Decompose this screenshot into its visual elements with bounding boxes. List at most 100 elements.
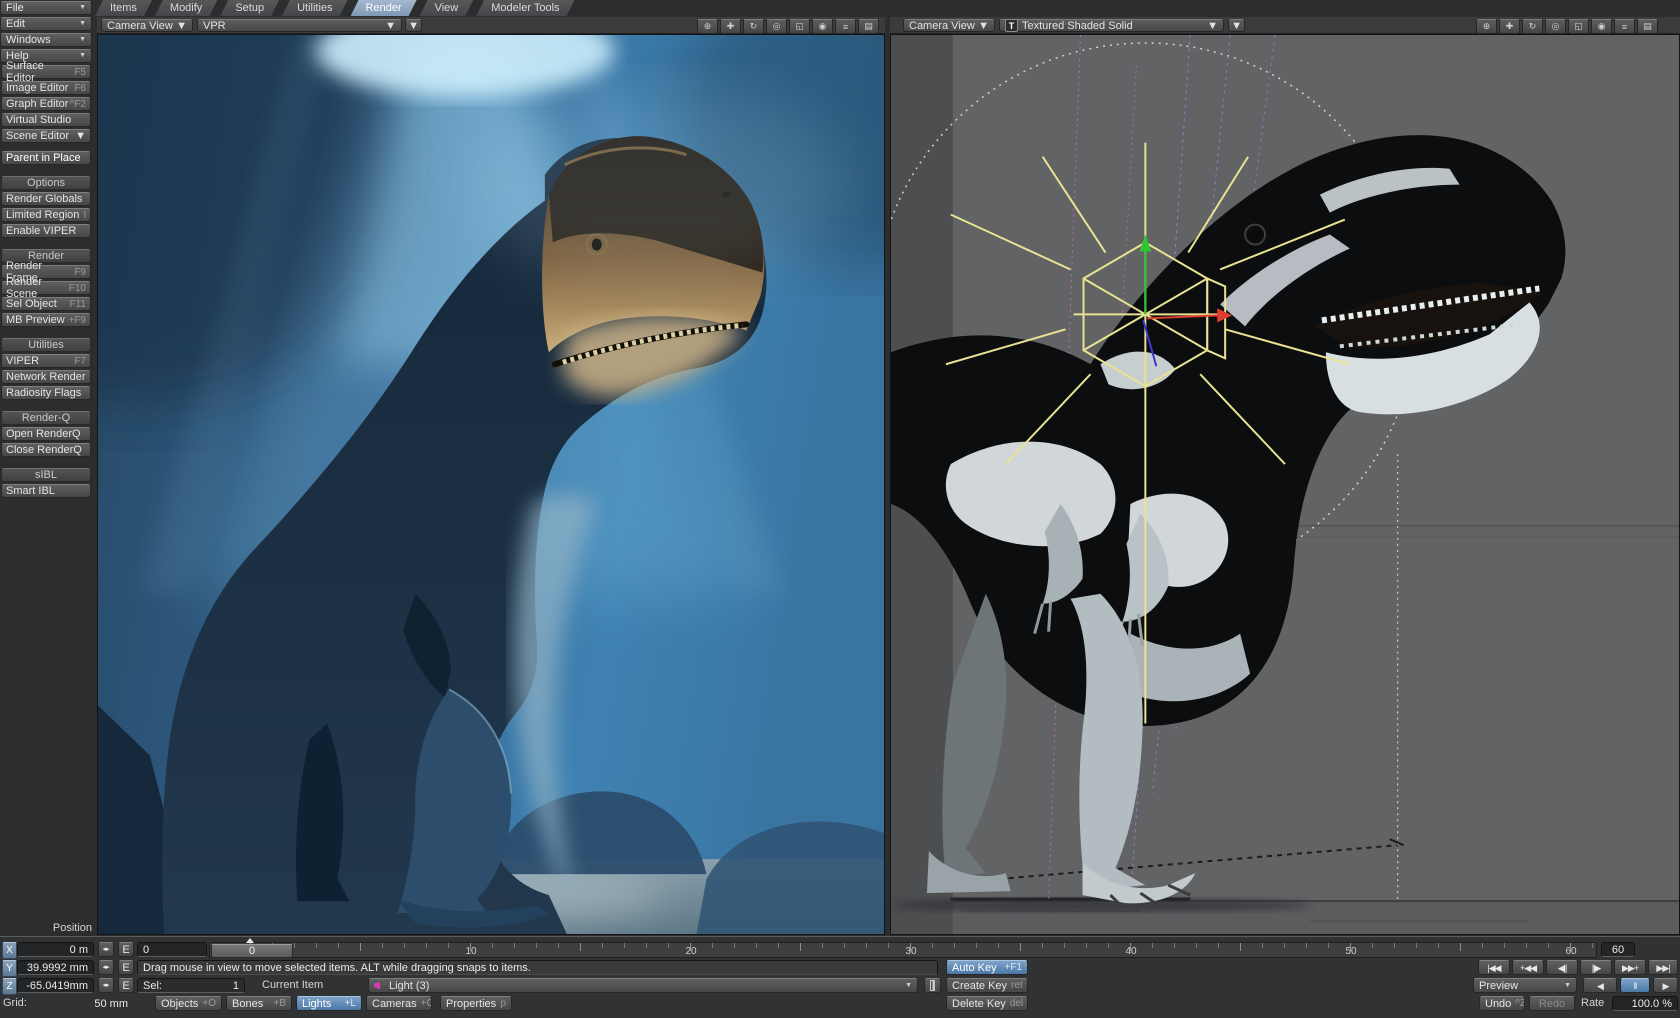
left-view-mode-select[interactable]: Camera View▼ <box>101 19 193 32</box>
next-keyframe-button[interactable]: ▶▶+ <box>1614 960 1646 975</box>
minmax-viewport-icon[interactable]: ◱ <box>1568 19 1589 34</box>
go-first-frame-button[interactable]: |◀◀ <box>1478 960 1510 975</box>
sidebar-item-mb-preview[interactable]: MB Preview+F9 <box>1 313 91 327</box>
go-last-frame-button[interactable]: ▶▶| <box>1648 960 1678 975</box>
position-y-field[interactable]: 39.9992 mm <box>17 960 94 975</box>
sidebar-item-radiosity-flags[interactable]: Radiosity Flags <box>1 386 91 400</box>
menu-file[interactable]: File▼ <box>0 1 92 15</box>
axis-x-button[interactable]: X <box>2 942 17 959</box>
sidebar-item-enable-viper[interactable]: Enable VIPER <box>1 224 91 238</box>
step-back-button[interactable]: ◀|| <box>1546 960 1578 975</box>
undo-button[interactable]: Undo^Z <box>1479 996 1525 1011</box>
properties-button[interactable]: Propertiesp <box>440 996 512 1011</box>
pan-view-icon[interactable]: ✚ <box>720 19 741 34</box>
left-viewport-options-button[interactable]: ▼ <box>405 19 422 32</box>
tab-utilities[interactable]: Utilities <box>282 0 347 16</box>
create-key-button[interactable]: Create Keyret <box>946 978 1028 993</box>
sidebar-item-open-renderq[interactable]: Open RenderQ <box>1 427 91 441</box>
nudge-z-button[interactable]: ◂▸ <box>98 978 114 993</box>
chevron-down-icon: ▼ <box>79 34 86 46</box>
envelope-x-button[interactable]: E <box>118 942 134 957</box>
item-type-cameras-button[interactable]: Cameras+C <box>366 996 432 1011</box>
label: Scene Editor <box>6 130 69 142</box>
rotate-view-icon[interactable]: ↻ <box>743 19 764 34</box>
left-viewport-canvas[interactable] <box>97 34 885 935</box>
item-list-window-button[interactable] <box>924 978 941 993</box>
item-type-lights-button[interactable]: Lights+L <box>296 996 362 1011</box>
save-view-icon[interactable]: ▤ <box>858 19 879 34</box>
axis-z-button[interactable]: Z <box>2 978 17 995</box>
zoom-view-icon[interactable]: ◎ <box>766 19 787 34</box>
position-x-field[interactable]: 0 m <box>17 942 94 957</box>
sidebar-item-viper[interactable]: VIPERF7 <box>1 354 91 368</box>
envelope-z-button[interactable]: E <box>118 978 134 993</box>
menu-edit[interactable]: Edit▼ <box>0 17 92 31</box>
sidebar-item-graph-editor[interactable]: Graph Editor^F2 <box>1 97 91 111</box>
envelope-y-button[interactable]: E <box>118 960 134 975</box>
tab-view[interactable]: View <box>420 0 474 16</box>
tab-setup[interactable]: Setup <box>220 0 279 16</box>
rotate-view-icon[interactable]: ↻ <box>1522 19 1543 34</box>
step-forward-button[interactable]: ||▶ <box>1580 960 1612 975</box>
timeline-slider-handle[interactable]: 0 <box>211 944 293 958</box>
render-snapshot-icon[interactable]: ◉ <box>1591 19 1612 34</box>
item-type-objects-button[interactable]: Objects+O <box>155 996 222 1011</box>
timeline-slider-track[interactable]: 0 10 20 30 40 50 60 <box>209 942 1597 958</box>
right-viewport-canvas[interactable] <box>890 34 1680 935</box>
sidebar-item-network-render[interactable]: Network Render <box>1 370 91 384</box>
tab-render[interactable]: Render <box>351 0 417 16</box>
sidebar-item-scene-editor[interactable]: Scene Editor ▼ <box>1 129 91 143</box>
shortcut: F10 <box>69 283 86 294</box>
tab-items[interactable]: Items <box>95 0 152 16</box>
axis-y-button[interactable]: Y <box>2 960 17 977</box>
sidebar-item-smart-ibl[interactable]: Smart IBL <box>1 484 91 498</box>
right-view-mode-select[interactable]: Camera View▼ <box>903 19 995 32</box>
sidebar-item-virtual-studio[interactable]: Virtual Studio <box>1 113 91 127</box>
sidebar-item-image-editor[interactable]: Image EditorF6 <box>1 81 91 95</box>
center-item-icon[interactable]: ⊕ <box>1476 19 1497 34</box>
left-render-mode-select[interactable]: VPR▼ <box>197 19 402 32</box>
tab-modeler-tools[interactable]: Modeler Tools <box>476 0 574 16</box>
right-viewport-options-button[interactable]: ▼ <box>1228 19 1245 32</box>
right-render-mode-select[interactable]: TTextured Shaded Solid▼ <box>999 19 1224 32</box>
sidebar-item-sel-object[interactable]: Sel ObjectF11 <box>1 297 91 311</box>
prev-keyframe-button[interactable]: +◀◀ <box>1512 960 1544 975</box>
tab-modify[interactable]: Modify <box>155 0 217 16</box>
redo-button[interactable]: Redo <box>1529 996 1575 1011</box>
minmax-viewport-icon[interactable]: ◱ <box>789 19 810 34</box>
sidebar-item-limited-region[interactable]: Limited Regionl <box>1 208 91 222</box>
pan-view-icon[interactable]: ✚ <box>1499 19 1520 34</box>
position-z-field[interactable]: -65.0419mm <box>17 978 94 993</box>
play-reverse-button[interactable]: ◀ <box>1583 978 1617 993</box>
sidebar-item-render-scene[interactable]: Render SceneF10 <box>1 281 91 295</box>
pause-button[interactable]: ‖ <box>1620 978 1650 993</box>
sidebar-item-render-globals[interactable]: Render Globals <box>1 192 91 206</box>
item-entry: Light (3) <box>374 980 429 992</box>
item-type-bones-button[interactable]: Bones+B <box>226 996 292 1011</box>
save-view-icon[interactable]: ▤ <box>1637 19 1658 34</box>
chevron-down-icon: ▼ <box>75 130 86 142</box>
center-item-icon[interactable]: ⊕ <box>697 19 718 34</box>
menu-windows[interactable]: Windows▼ <box>0 33 92 47</box>
preview-dropdown[interactable]: Preview▼ <box>1473 978 1577 993</box>
sidebar-item-close-renderq[interactable]: Close RenderQ <box>1 443 91 457</box>
play-forward-button[interactable]: ▶ <box>1653 978 1678 993</box>
auto-key-button[interactable]: Auto Key+F1 <box>946 960 1028 975</box>
nudge-y-button[interactable]: ◂▸ <box>98 960 114 975</box>
viewport-menu-icon[interactable]: ≡ <box>1614 19 1635 34</box>
sidebar-item-parent-in-place[interactable]: Parent in Place <box>1 151 91 165</box>
label: File <box>6 2 24 14</box>
current-item-dropdown[interactable]: Light (3)▼ <box>368 978 918 993</box>
sidebar-item-surface-editor[interactable]: Surface EditorF5 <box>1 65 91 79</box>
label: Sel Object <box>6 298 57 310</box>
render-snapshot-icon[interactable]: ◉ <box>812 19 833 34</box>
grid-size-value: 50 mm <box>38 996 134 1011</box>
current-frame-input[interactable]: 0 <box>137 942 207 957</box>
viewport-menu-icon[interactable]: ≡ <box>835 19 856 34</box>
zoom-view-icon[interactable]: ◎ <box>1545 19 1566 34</box>
delete-key-button[interactable]: Delete Keydel <box>946 996 1028 1011</box>
end-frame-field[interactable]: 60 <box>1601 942 1635 957</box>
nudge-x-button[interactable]: ◂▸ <box>98 942 114 957</box>
rate-value-field[interactable]: 100.0 % <box>1612 996 1678 1011</box>
shortcut: +L <box>345 998 356 1010</box>
